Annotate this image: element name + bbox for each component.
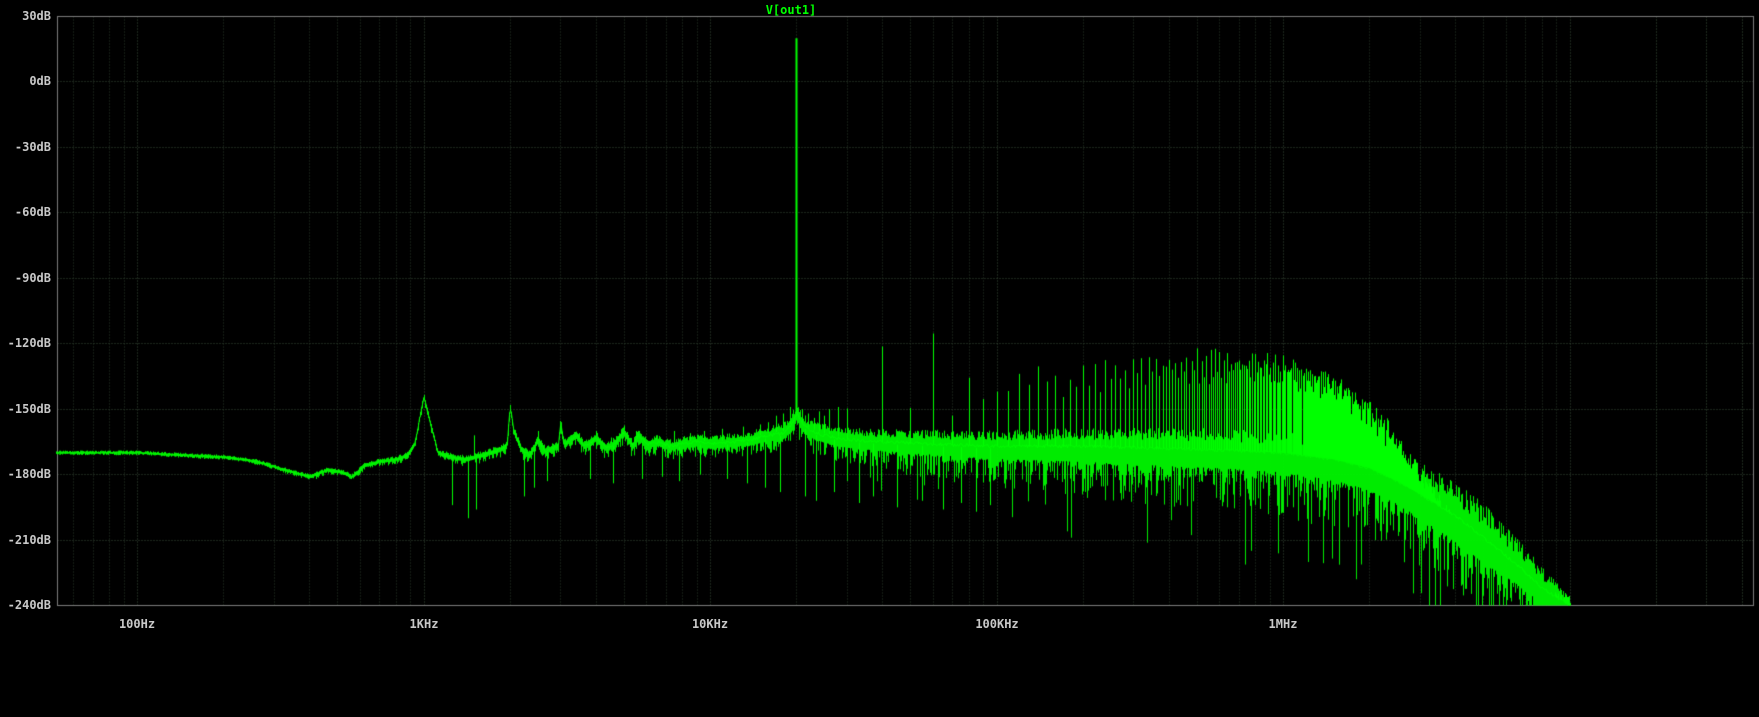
trace-legend-label[interactable]: V[out1]: [766, 3, 817, 17]
y-axis-tick-label: 30dB: [22, 9, 51, 23]
y-axis-tick-label: -180dB: [7, 467, 51, 481]
y-axis-tick-label: -150dB: [7, 402, 51, 416]
fft-plot-canvas[interactable]: [0, 0, 1759, 717]
y-axis-tick-label: -210dB: [7, 533, 51, 547]
y-axis-tick-label: -60dB: [14, 205, 51, 219]
y-axis-tick-label: -120dB: [7, 336, 51, 350]
x-axis-tick-label: 100KHz: [975, 617, 1019, 631]
x-axis-tick-label: 1KHz: [409, 617, 439, 631]
y-axis-tick-label: 0dB: [29, 74, 51, 88]
waveform-pane: V[out1] 30dB 0dB -30dB -60dB -90dB -120dB -150…: [0, 0, 1759, 717]
y-axis-tick-label: -90dB: [14, 271, 51, 285]
x-axis-tick-label: 100Hz: [118, 617, 156, 631]
x-axis-tick-label: 10KHz: [691, 617, 729, 631]
y-axis-tick-label: -30dB: [14, 140, 51, 154]
y-axis-tick-label: -240dB: [7, 598, 51, 612]
x-axis-tick-label: 1MHz: [1268, 617, 1298, 631]
